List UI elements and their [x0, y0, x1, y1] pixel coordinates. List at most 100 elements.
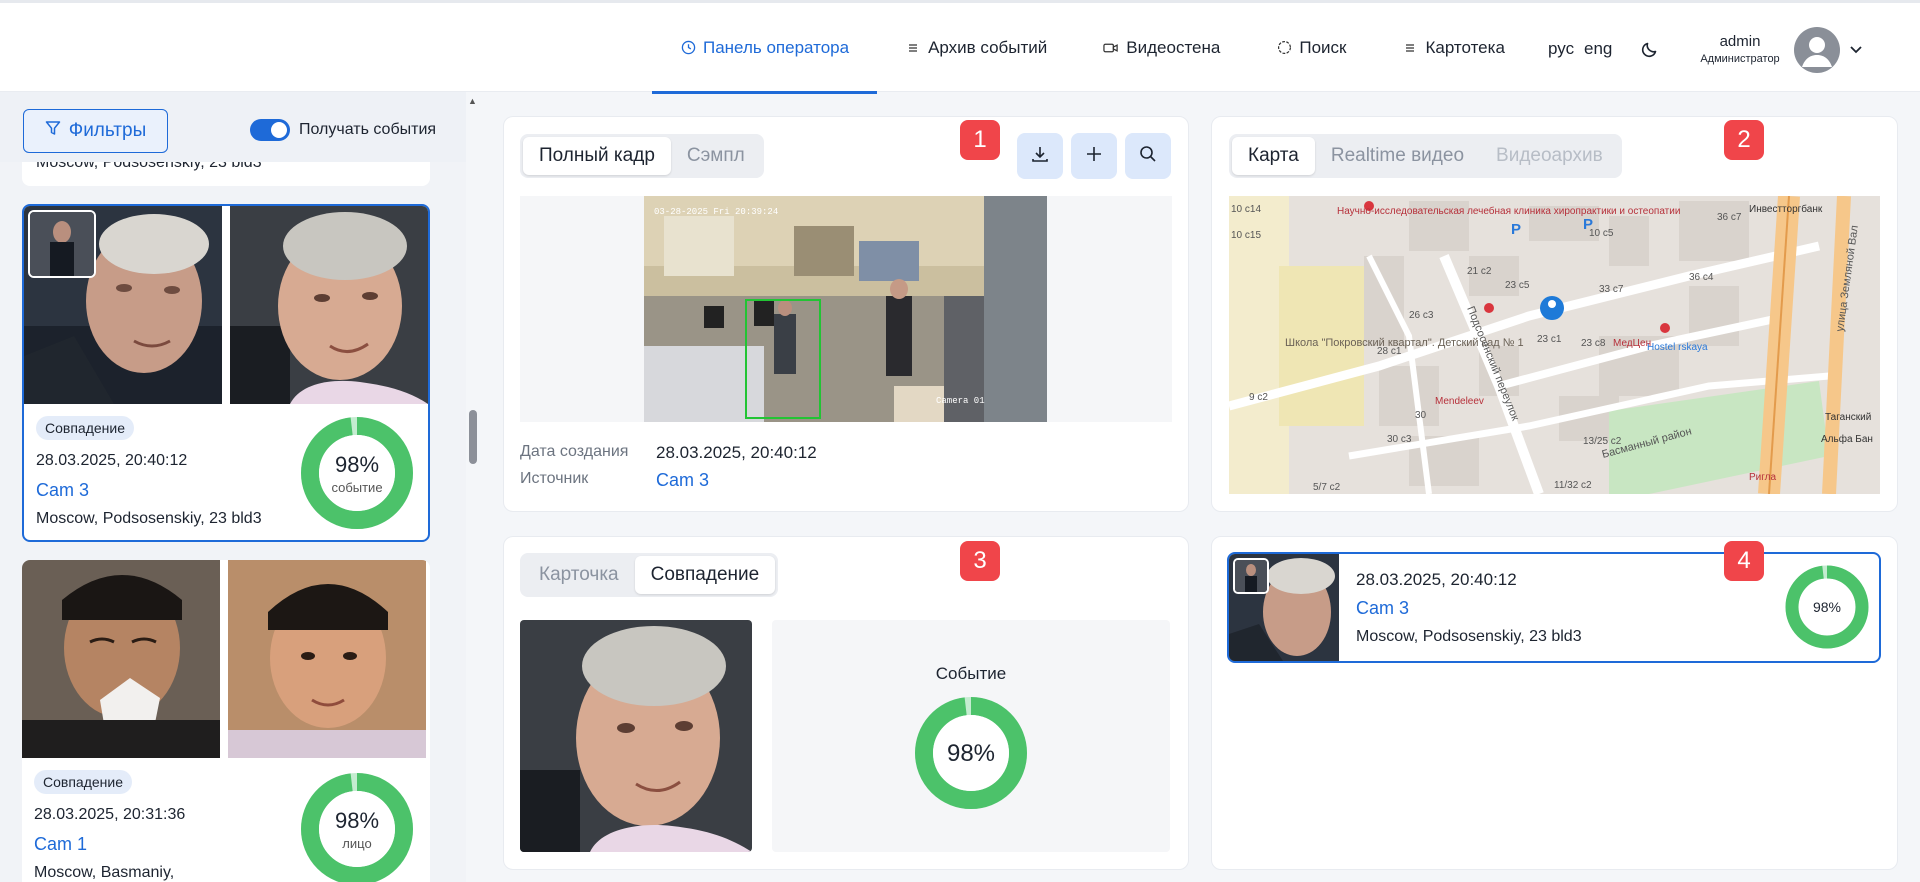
- tab-map[interactable]: Карта: [1232, 137, 1315, 175]
- event-photo-match: [230, 206, 428, 404]
- map-label: 21 c2: [1467, 266, 1492, 277]
- map-label: 23 c1: [1537, 334, 1562, 345]
- map-label: 26 c3: [1409, 310, 1434, 321]
- map-label: 10 c14: [1231, 204, 1261, 215]
- marker-2: 2: [1724, 120, 1764, 160]
- location-map[interactable]: P P Научно-исследовательская лечебная кл…: [1229, 196, 1880, 494]
- list-icon: [1402, 40, 1418, 56]
- event-photo-match: [228, 560, 426, 758]
- filter-bar: Фильтры Получать события: [0, 92, 466, 162]
- score-ring: 98% лицо: [301, 773, 413, 882]
- created-value: 28.03.2025, 20:40:12: [656, 443, 817, 462]
- match-badge: Совпадение: [36, 416, 134, 440]
- score-percent: 98%: [335, 808, 379, 833]
- lang-ru[interactable]: рус: [1548, 39, 1574, 59]
- nav-operator-panel[interactable]: Панель оператора: [652, 3, 878, 94]
- nav-label: Архив событий: [928, 37, 1048, 57]
- user-role: Администратор: [1700, 53, 1780, 65]
- event-photo-frame: [22, 560, 220, 758]
- search-icon: [1138, 144, 1158, 169]
- nav-events-archive[interactable]: Архив событий: [877, 3, 1075, 92]
- nav-label: Видеостена: [1126, 37, 1221, 57]
- score-percent: 98%: [947, 740, 995, 767]
- map-label: 10 c5: [1589, 228, 1614, 239]
- search-button[interactable]: [1125, 133, 1171, 179]
- map-label: Альфа Бан: [1821, 433, 1873, 445]
- nav-label: Картотека: [1425, 37, 1505, 57]
- video-icon: [1103, 40, 1119, 56]
- event-location: Moscow, Basmaniy,: [34, 864, 175, 881]
- tab-full-frame[interactable]: Полный кадр: [523, 137, 671, 175]
- event-card-selected[interactable]: Совпадение 28.03.2025, 20:40:12 Cam 3 Mo…: [22, 204, 430, 542]
- map-label: Таганский: [1825, 412, 1871, 423]
- map-label: 10 c15: [1231, 230, 1261, 241]
- frame-tabs: Полный кадр Сэмпл: [520, 134, 764, 178]
- download-icon: [1030, 144, 1050, 169]
- chevron-down-icon[interactable]: [1848, 41, 1864, 57]
- nav-label: Поиск: [1299, 37, 1347, 57]
- score-kind: лицо: [342, 836, 371, 851]
- download-button[interactable]: [1017, 133, 1063, 179]
- full-frame-image: 03-28-2025 Fri 20:39:24 Camera 01: [644, 196, 1047, 422]
- map-label: 23 c8: [1581, 338, 1606, 349]
- tab-realtime-video[interactable]: Realtime видео: [1315, 137, 1480, 175]
- filters-button[interactable]: Фильтры: [23, 109, 168, 153]
- event-date: 28.03.2025, 20:40:12: [36, 452, 188, 469]
- lang-en[interactable]: eng: [1584, 39, 1612, 59]
- map-label: Инвестторгбанк: [1749, 203, 1823, 215]
- map-label: 30 c3: [1387, 434, 1412, 445]
- record-camera-link[interactable]: Cam 3: [1356, 598, 1409, 619]
- receive-events-label: Получать события: [299, 121, 437, 138]
- score-percent: 98%: [1813, 599, 1841, 615]
- match-badge: Совпадение: [34, 770, 132, 794]
- event-camera-link[interactable]: Cam 1: [34, 834, 87, 855]
- nav-video-wall[interactable]: Видеостена: [1075, 3, 1248, 92]
- map-label: 36 c4: [1689, 272, 1714, 283]
- marker-3: 3: [960, 541, 1000, 581]
- map-label-clinic: Научно-исследовательская лечебная клиник…: [1337, 205, 1680, 217]
- match-tabs: Карточка Совпадение: [520, 553, 779, 597]
- filters-label: Фильтры: [68, 120, 147, 141]
- nav-search[interactable]: Поиск: [1248, 3, 1374, 92]
- add-button[interactable]: [1071, 133, 1117, 179]
- frame-timestamp: 03-28-2025 Fri 20:39:24: [654, 207, 778, 217]
- event-card[interactable]: Совпадение 28.03.2025, 20:31:36 Cam 1 Mo…: [22, 560, 430, 882]
- main-nav: Панель оператора Архив событий Видеостен…: [652, 3, 1533, 94]
- user-name: admin: [1719, 33, 1761, 50]
- score-kind: событие: [331, 480, 382, 495]
- receive-events-toggle[interactable]: [250, 119, 290, 141]
- match-score-box: Событие 98%: [772, 620, 1170, 852]
- map-label: Mendeleev: [1435, 396, 1484, 407]
- avatar[interactable]: [1794, 27, 1840, 73]
- created-label: Дата создания: [520, 443, 629, 460]
- source-camera-link[interactable]: Cam 3: [656, 470, 709, 491]
- score-percent: 98%: [335, 452, 379, 477]
- plus-icon: [1084, 144, 1104, 169]
- top-header: Панель оператора Архив событий Видеостен…: [0, 0, 1920, 94]
- search-circle-icon: [1276, 40, 1292, 56]
- map-label: 33 c7: [1599, 284, 1624, 295]
- marker-4: 4: [1724, 541, 1764, 581]
- list-icon: [905, 40, 921, 56]
- scroll-up-arrow-icon[interactable]: ▲: [468, 96, 477, 106]
- event-camera-link[interactable]: Cam 3: [36, 480, 89, 501]
- event-location: Moscow, Podsosenskiy, 23 bld3: [36, 510, 262, 527]
- matched-record-card[interactable]: 28.03.2025, 20:40:12 Cam 3 Moscow, Podso…: [1227, 552, 1881, 663]
- frame-camera-label: Camera 01: [936, 396, 985, 406]
- map-label: 28 c1: [1377, 346, 1402, 357]
- map-label: Ригла: [1749, 472, 1777, 483]
- sidebar-scrollbar-thumb[interactable]: [469, 410, 477, 464]
- event-fullframe-thumb: [28, 210, 96, 278]
- nav-card-index[interactable]: Картотека: [1374, 3, 1532, 92]
- map-tabs: Карта Realtime видео Видеоархив: [1229, 134, 1622, 178]
- map-label: 23 c5: [1505, 280, 1530, 291]
- map-label: Hostel rskaya: [1647, 342, 1708, 353]
- map-label: 30: [1415, 410, 1427, 421]
- tab-card[interactable]: Карточка: [523, 556, 635, 594]
- score-ring: 98%: [1785, 565, 1869, 649]
- tab-match[interactable]: Совпадение: [634, 556, 776, 594]
- tab-sample[interactable]: Сэмпл: [671, 137, 761, 175]
- moon-icon[interactable]: [1640, 39, 1660, 59]
- sidebar-scrollbar-track[interactable]: [466, 92, 490, 882]
- tab-video-archive: Видеоархив: [1496, 145, 1603, 166]
